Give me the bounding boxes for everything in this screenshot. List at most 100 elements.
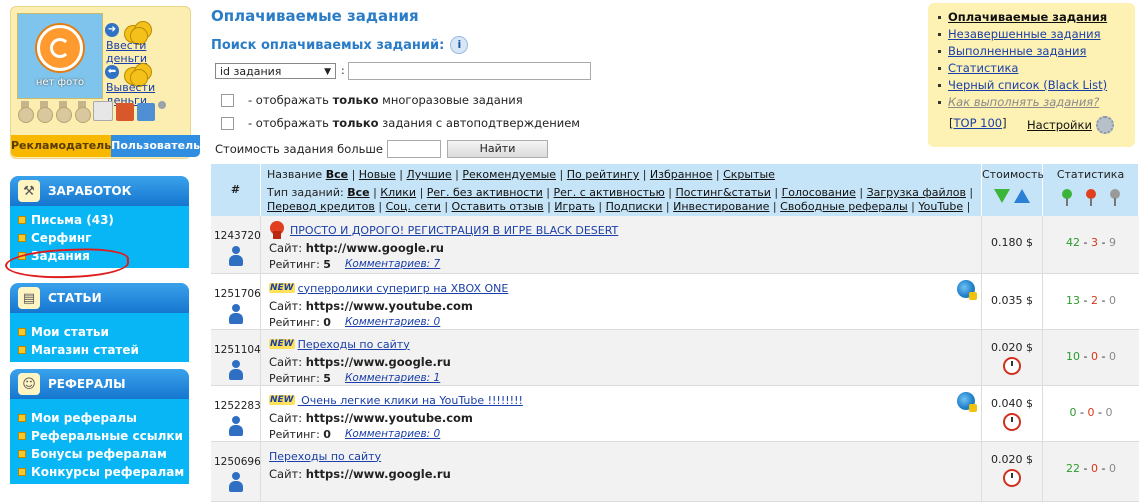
submenu-unfinished[interactable]: Незавершенные задания bbox=[938, 27, 1101, 41]
submenu-label: Статистика bbox=[948, 61, 1019, 75]
referrals-icon: ☺ bbox=[18, 373, 40, 395]
bricks-icon[interactable] bbox=[116, 103, 134, 121]
gray-pin-icon[interactable] bbox=[1109, 189, 1120, 206]
green-pin-icon[interactable] bbox=[1061, 189, 1072, 206]
type-filter-link[interactable]: Оставить отзыв bbox=[452, 200, 544, 213]
menu-item-referral-contests[interactable]: Конкурсы рефералам bbox=[10, 463, 189, 481]
checkbox-multiple[interactable] bbox=[221, 93, 234, 107]
rating-row: Рейтинг: 5 Комментариев: 7 bbox=[269, 258, 973, 271]
menu-item-my-referrals[interactable]: Мои рефералы bbox=[10, 409, 189, 427]
type-filter-link[interactable]: Подписки bbox=[606, 200, 663, 213]
search-input[interactable] bbox=[348, 62, 591, 80]
col-header-id: # bbox=[211, 164, 261, 216]
type-filter-link[interactable]: Рег. с активностью bbox=[554, 186, 665, 199]
type-filter-link[interactable]: Загрузка файлов bbox=[867, 186, 966, 199]
type-filter-link[interactable]: Постинг&статьи bbox=[675, 186, 770, 199]
task-title-link[interactable]: Переходы по сайту bbox=[269, 450, 381, 463]
type-filter-link[interactable]: Свободные рефералы bbox=[780, 200, 908, 213]
award-ribbon-icon bbox=[269, 221, 285, 239]
name-filter-link[interactable]: По рейтингу bbox=[567, 168, 639, 181]
type-filter-link[interactable]: YouTube bbox=[918, 200, 963, 213]
name-filter-link[interactable]: Все bbox=[326, 168, 348, 181]
search-field-select[interactable]: id задания ▼ bbox=[215, 63, 336, 79]
stat-pending: 0 bbox=[1108, 350, 1116, 363]
submenu-blacklist[interactable]: Черный список (Black List) bbox=[938, 78, 1107, 92]
menu-referrals-header[interactable]: ☺ РЕФЕРАЛЫ bbox=[10, 369, 189, 399]
comments-link[interactable]: Комментариев: 0 bbox=[345, 428, 440, 441]
stats-icon[interactable] bbox=[137, 103, 155, 121]
menu-item-surfing[interactable]: Серфинг bbox=[10, 229, 189, 247]
comments-link[interactable]: Комментариев: 1 bbox=[345, 372, 440, 385]
task-id-cell: 1251104 bbox=[211, 330, 261, 385]
cost-filter: Стоимость задания больше Найти bbox=[215, 140, 548, 158]
name-filter-link[interactable]: Рекомендуемые bbox=[462, 168, 556, 181]
rating-value: 0 bbox=[323, 316, 331, 329]
task-title-link[interactable]: суперролики суперигр на XBOX ONE bbox=[298, 282, 509, 295]
submenu-paid-tasks[interactable]: Оплачиваемые задания bbox=[938, 10, 1107, 24]
user-icon bbox=[229, 360, 243, 380]
name-filter-link[interactable]: Скрытые bbox=[723, 168, 775, 181]
type-filter-link[interactable]: Соц. сети bbox=[386, 200, 441, 213]
type-filter-link[interactable]: Клики bbox=[380, 186, 416, 199]
checkbox-autoconfirm[interactable] bbox=[221, 116, 234, 130]
stat-rejected: 0 bbox=[1091, 350, 1098, 363]
type-filter-link[interactable]: Все bbox=[347, 186, 369, 199]
sort-desc-icon[interactable] bbox=[994, 189, 1010, 203]
task-title-link[interactable]: Очень легкие клики на YouTube !!!!!!!! bbox=[298, 394, 523, 407]
task-main-cell: NEW Переходы по сайту Сайт: https://www.go… bbox=[261, 330, 982, 385]
name-filter-link[interactable]: Лучшие bbox=[406, 168, 451, 181]
comments-link[interactable]: Комментариев: 7 bbox=[345, 258, 440, 271]
menu-item-article-shop[interactable]: Магазин статей bbox=[10, 341, 189, 359]
task-stats-cell: 10 - 0 - 0 bbox=[1066, 350, 1116, 363]
comments-link[interactable]: Комментариев: 0 bbox=[345, 316, 440, 329]
arrow-left-icon[interactable]: ⬅ bbox=[105, 65, 119, 79]
task-cost: 0.040 $ bbox=[991, 397, 1033, 410]
submenu-statistics[interactable]: Статистика bbox=[938, 61, 1018, 75]
menu-item-label: Мои статьи bbox=[31, 325, 109, 339]
submenu-completed[interactable]: Выполненные задания bbox=[938, 44, 1086, 58]
task-title-link[interactable]: Переходы по сайту bbox=[298, 338, 410, 351]
name-filter-link[interactable]: Избранное bbox=[650, 168, 712, 181]
stat-rejected: 0 bbox=[1091, 462, 1098, 475]
avatar[interactable]: нет фото bbox=[17, 13, 103, 99]
new-badge: NEW bbox=[269, 339, 295, 349]
sort-asc-icon[interactable] bbox=[1014, 189, 1030, 203]
submenu-howto[interactable]: Как выполнять задания? bbox=[938, 95, 1099, 109]
checkbox-multiple-suffix: многоразовые задания bbox=[378, 93, 523, 107]
type-filter-link[interactable]: Перевод кредитов bbox=[267, 200, 375, 213]
gear-icon[interactable] bbox=[158, 101, 166, 109]
task-id: 1243720 bbox=[214, 230, 261, 242]
find-button[interactable]: Найти bbox=[447, 140, 548, 158]
menu-item-referral-bonuses[interactable]: Бонусы рефералам bbox=[10, 445, 189, 463]
menu-item-referral-links[interactable]: Реферальные ссылки bbox=[10, 427, 189, 445]
menu-articles-header[interactable]: ▤ СТАТЬИ bbox=[10, 283, 189, 313]
submenu-label: Как выполнять задания? bbox=[948, 95, 1100, 109]
bullet-icon bbox=[18, 252, 26, 260]
tab-advertiser[interactable]: Рекламодатель bbox=[11, 135, 112, 157]
arrow-right-icon[interactable]: ➜ bbox=[105, 23, 119, 37]
menu-item-letters[interactable]: Письма (43) bbox=[10, 211, 189, 229]
filter-multiple[interactable]: - отображать только многоразовые задания bbox=[221, 93, 523, 107]
type-filter-link[interactable]: Рег. без активности bbox=[427, 186, 543, 199]
top100-link[interactable]: TOP 100 bbox=[954, 116, 1003, 130]
info-icon[interactable]: i bbox=[450, 36, 469, 54]
rating-label: Рейтинг: bbox=[269, 258, 320, 271]
type-filter-link[interactable]: Голосование bbox=[782, 186, 856, 199]
site-url: https://www.youtube.com bbox=[305, 411, 473, 425]
task-title-link[interactable]: ПРОСТО И ДОРОГО! РЕГИСТРАЦИЯ В ИГРЕ BLAC… bbox=[290, 224, 618, 237]
menu-item-label: Реферальные ссылки bbox=[31, 429, 183, 443]
type-filter-link[interactable]: Инвестирование bbox=[673, 200, 769, 213]
tasks-submenu: Оплачиваемые задания Незавершенные задан… bbox=[928, 3, 1135, 147]
settings-link[interactable]: Настройки bbox=[1027, 116, 1114, 134]
notepad-icon[interactable] bbox=[93, 101, 113, 121]
tab-user[interactable]: Пользователь bbox=[111, 135, 201, 157]
filter-autoconfirm[interactable]: - отображать только задания с автоподтве… bbox=[221, 116, 580, 130]
menu-earnings-header[interactable]: ⚒ ЗАРАБОТОК bbox=[10, 176, 189, 206]
menu-item-tasks[interactable]: Задания bbox=[10, 247, 189, 265]
task-title-row: ПРОСТО И ДОРОГО! РЕГИСТРАЦИЯ В ИГРЕ BLAC… bbox=[269, 221, 973, 239]
red-pin-icon[interactable] bbox=[1085, 189, 1096, 206]
cost-input[interactable] bbox=[387, 140, 441, 158]
menu-item-my-articles[interactable]: Мои статьи bbox=[10, 323, 189, 341]
type-filter-link[interactable]: Играть bbox=[554, 200, 595, 213]
name-filter-link[interactable]: Новые bbox=[359, 168, 396, 181]
